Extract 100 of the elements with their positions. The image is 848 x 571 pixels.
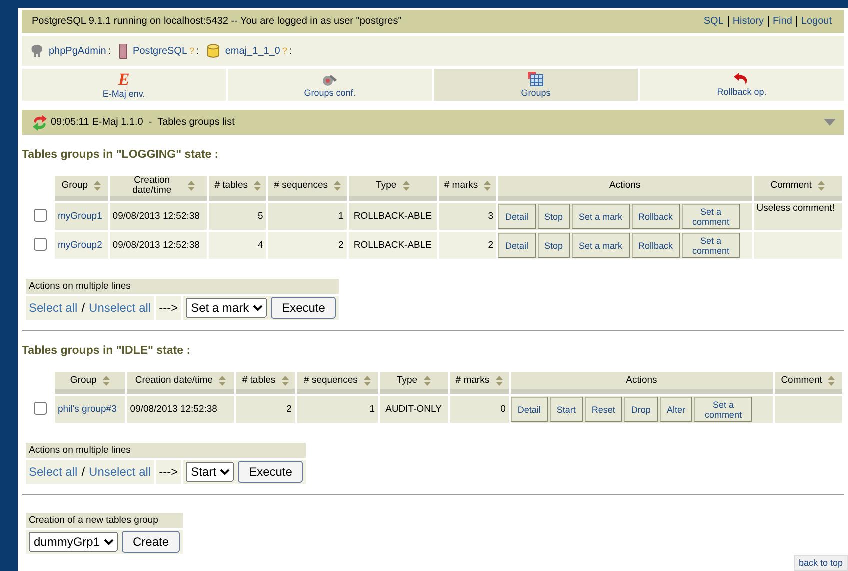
tab[interactable]: Groups conf. <box>228 69 432 101</box>
column-header: Actions <box>510 372 773 394</box>
unselect-all-link[interactable]: Unselect all <box>89 465 152 479</box>
table-cell: Useless comment! <box>754 203 842 230</box>
sort-icon[interactable] <box>219 376 226 386</box>
table-cell: 2 <box>236 396 295 423</box>
execute-button[interactable]: Execute <box>271 297 336 319</box>
panel-title: Actions on multiple lines <box>26 279 340 294</box>
sort-icon[interactable] <box>282 376 289 386</box>
sort-icon[interactable] <box>254 181 262 191</box>
column-header[interactable]: # sequences <box>268 176 347 201</box>
sort-icon[interactable] <box>424 376 431 386</box>
action-button[interactable]: Stop <box>538 204 570 229</box>
action-button[interactable]: Alter <box>660 397 692 422</box>
action-button[interactable]: Reset <box>584 397 622 422</box>
action-button[interactable]: Rollback <box>632 233 680 258</box>
action-button[interactable]: Set a mark <box>572 233 630 258</box>
refresh-icon[interactable] <box>32 114 48 130</box>
column-header[interactable]: # tables <box>209 176 266 201</box>
column-header: Actions <box>498 176 752 201</box>
table-cell: 1 <box>296 396 378 423</box>
create-button[interactable]: Create <box>122 531 180 553</box>
column-header[interactable]: # marks <box>439 176 496 201</box>
unselect-all-link[interactable]: Unselect all <box>89 301 152 315</box>
sort-icon[interactable] <box>828 376 836 386</box>
group-select[interactable]: dummyGrp1 <box>29 532 118 552</box>
column-header[interactable]: Creation date/time <box>127 372 234 394</box>
separator-text: : <box>196 46 200 56</box>
table-cell: 5 <box>209 203 266 230</box>
table-cell: AUDIT-ONLY <box>380 396 448 423</box>
row-checkbox[interactable] <box>34 402 47 414</box>
column-header[interactable]: Comment <box>754 176 842 201</box>
execute-button[interactable]: Execute <box>238 461 304 483</box>
action-button[interactable]: Start <box>550 397 583 422</box>
sort-icon[interactable] <box>818 181 825 191</box>
sort-icon[interactable] <box>364 376 371 386</box>
time-text: 09:05:11 <box>51 117 90 128</box>
table-cell: 09/08/2013 12:52:38 <box>110 203 208 230</box>
emaj-logo: E <box>118 71 130 88</box>
table-cell: 2 <box>268 232 347 259</box>
action-button[interactable]: Detail <box>498 233 536 258</box>
back-to-top-link[interactable]: back to top <box>794 555 848 571</box>
database-icon <box>207 44 220 58</box>
action-select[interactable]: Start <box>186 462 234 482</box>
column-header[interactable]: Group <box>55 372 126 394</box>
column-header[interactable]: Type <box>380 372 448 394</box>
sort-icon[interactable] <box>334 181 342 191</box>
action-button[interactable]: Set a comment <box>682 204 740 229</box>
table-cell: 4 <box>209 232 266 259</box>
undo-arrow-icon <box>734 73 750 86</box>
action-button[interactable]: Detail <box>510 397 548 422</box>
breadcrumb-link[interactable]: phpPgAdmin <box>49 46 106 56</box>
top-link[interactable]: Find <box>768 16 796 27</box>
select-all-link[interactable]: Select all <box>29 301 78 315</box>
breadcrumb-link[interactable]: PostgreSQL <box>133 46 188 56</box>
column-header[interactable]: Type <box>348 176 438 201</box>
action-button[interactable]: Drop <box>624 397 658 422</box>
action-button[interactable]: Set a comment <box>694 397 752 422</box>
action-button[interactable]: Set a mark <box>572 204 630 229</box>
column-header[interactable]: Group <box>55 176 108 201</box>
column-header[interactable]: # marks <box>450 372 509 394</box>
column-header[interactable]: # tables <box>236 372 295 394</box>
column-header[interactable]: Comment <box>774 372 842 394</box>
table-cell: 0 <box>450 396 509 423</box>
section-heading: Tables groups in "IDLE" state : <box>22 345 192 357</box>
arrow-text: ---> <box>159 465 178 479</box>
sort-icon[interactable] <box>484 181 492 191</box>
tab[interactable]: E E-Maj env. <box>22 69 226 101</box>
sort-icon[interactable] <box>496 376 503 386</box>
sort-icon[interactable] <box>188 181 196 191</box>
sort-icon[interactable] <box>402 181 410 191</box>
tab[interactable]: Groups <box>434 69 638 101</box>
row-checkbox[interactable] <box>34 238 47 250</box>
sort-icon[interactable] <box>102 376 110 386</box>
table-cell: ROLLBACK-ABLE <box>348 203 438 230</box>
row-checkbox[interactable] <box>34 208 47 222</box>
section-heading: Tables groups in "LOGGING" state : <box>22 149 220 161</box>
panel-title: Actions on multiple lines <box>26 443 306 458</box>
action-button[interactable]: Detail <box>498 204 536 229</box>
table-cell: 1 <box>268 203 347 230</box>
table-cell: 3 <box>439 203 496 230</box>
separator-text: : <box>108 46 112 56</box>
action-button[interactable]: Stop <box>538 233 570 258</box>
breadcrumb-link[interactable]: emaj_1_1_0 <box>225 46 280 56</box>
top-link[interactable]: SQL <box>700 16 728 27</box>
top-link[interactable]: Logout <box>796 16 836 27</box>
column-header[interactable]: # sequences <box>296 372 378 394</box>
collapse-icon[interactable] <box>824 119 836 126</box>
action-select[interactable]: Set a mark <box>186 298 268 318</box>
top-link[interactable]: History <box>728 16 768 27</box>
separator-text: : <box>289 46 292 56</box>
table-cell: 09/08/2013 12:52:38 <box>110 232 208 259</box>
sort-icon[interactable] <box>94 181 102 191</box>
server-info: PostgreSQL 9.1.1 running on localhost:5432 -- You are logged in as user "postgres" <box>32 16 402 27</box>
select-all-link[interactable]: Select all <box>29 465 78 479</box>
table-icon <box>528 72 544 87</box>
tab[interactable]: Rollback op. <box>640 69 844 101</box>
action-button[interactable]: Rollback <box>632 204 680 229</box>
column-header[interactable]: Creation date/time <box>110 176 208 201</box>
action-button[interactable]: Set a comment <box>682 233 740 258</box>
